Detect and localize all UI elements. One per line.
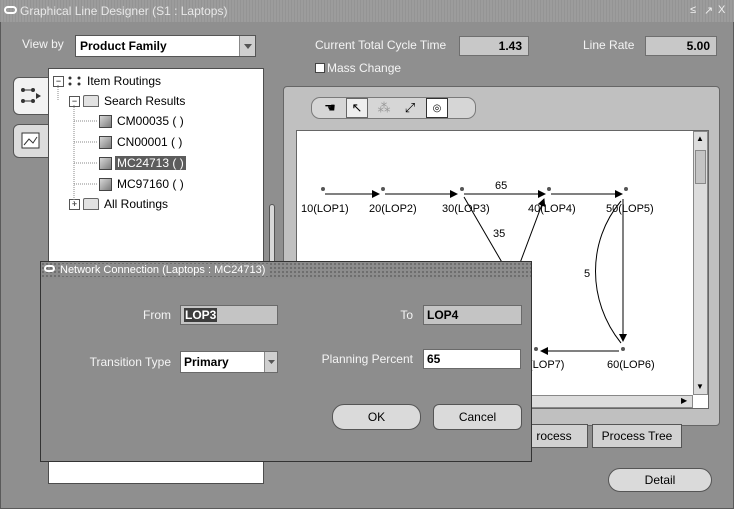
planning-percent-value: 65	[427, 352, 441, 366]
mass-change-checkbox[interactable]	[315, 63, 325, 73]
connect-nodes-icon[interactable]: ⤢	[400, 99, 420, 117]
tab-process-tree[interactable]: Process Tree	[592, 424, 682, 448]
maximize-icon[interactable]: ↗	[704, 4, 713, 17]
chevron-down-icon[interactable]	[239, 36, 255, 56]
minimize-icon[interactable]: ≤	[690, 4, 696, 16]
tree-item-label: MC24713 ( )	[115, 156, 186, 170]
tree-item[interactable]: MC97160 ( )	[99, 175, 186, 193]
ok-button[interactable]: OK	[332, 404, 421, 430]
tree-item-selected[interactable]: MC24713 ( )	[99, 154, 186, 172]
fit-view-icon[interactable]: ◎	[426, 98, 448, 118]
search-results-label: Search Results	[104, 94, 186, 108]
dialog-title: Network Connection (Laptops : MC24713)	[60, 264, 270, 276]
cycle-time-field: 1.43	[459, 36, 529, 56]
network-connection-dialog: Network Connection (Laptops : MC24713) F…	[40, 261, 532, 462]
dialog-title-bar[interactable]: Network Connection (Laptops : MC24713)	[41, 262, 531, 279]
mass-change-label: Mass Change	[327, 61, 402, 75]
view-by-select[interactable]: Product Family	[75, 35, 256, 57]
to-label: To	[400, 308, 413, 322]
node-lop4[interactable]: 40(LOP4)	[528, 203, 576, 215]
edge-label-35: 35	[493, 228, 505, 240]
node-lop1[interactable]: 10(LOP1)	[301, 203, 349, 215]
planning-percent-label: Planning Percent	[321, 352, 413, 366]
image-view-icon	[21, 132, 40, 149]
tree-item[interactable]: CN00001 ( )	[99, 133, 184, 151]
tree-item-label: CN00001 ( )	[117, 135, 183, 149]
canvas-toolbar: ☚ ↖ ⁂ ⤢ ◎	[311, 97, 476, 119]
scroll-up-icon[interactable]: ▲	[696, 134, 704, 143]
view-by-label: View by	[22, 37, 64, 51]
window-menu-icon[interactable]	[4, 6, 17, 14]
scroll-down-icon[interactable]: ▼	[696, 382, 704, 391]
from-field[interactable]: LOP3	[180, 305, 278, 325]
edge-lop5-lop6-alt[interactable]	[595, 200, 622, 344]
tree-guide-lines	[57, 85, 97, 205]
transition-type-value: Primary	[184, 355, 229, 369]
add-node-icon[interactable]: ⁂	[374, 99, 394, 117]
tree-item-label: MC97160 ( )	[117, 177, 184, 191]
select-pointer-icon[interactable]: ↖	[346, 98, 368, 118]
line-rate-field: 5.00	[645, 36, 717, 56]
dialog-menu-icon[interactable]	[44, 265, 55, 272]
tab-graphic-view[interactable]	[13, 124, 49, 158]
view-by-value: Product Family	[80, 39, 167, 53]
node-lop5[interactable]: 50(LOP5)	[606, 203, 654, 215]
tab-routings-view[interactable]	[13, 77, 49, 115]
close-icon[interactable]: X	[718, 4, 725, 16]
node-lop3[interactable]: 30(LOP3)	[442, 203, 490, 215]
tree-item[interactable]: CM00035 ( )	[99, 112, 186, 130]
all-routings-label: All Routings	[104, 197, 169, 211]
pan-hand-icon[interactable]: ☚	[320, 99, 340, 117]
scroll-right-icon[interactable]: ▶	[681, 396, 687, 405]
cycle-time-label: Current Total Cycle Time	[315, 38, 447, 52]
line-rate-label: Line Rate	[583, 38, 635, 52]
node-lop7[interactable]: (LOP7)	[529, 359, 564, 371]
cancel-button[interactable]: Cancel	[433, 404, 522, 430]
transition-type-select[interactable]: Primary	[180, 351, 278, 373]
vertical-scrollbar[interactable]: ▲ ▼	[693, 131, 708, 395]
chevron-down-icon[interactable]	[264, 352, 277, 372]
tree-item-label: CM00035 ( )	[117, 114, 184, 128]
routing-network-icon	[21, 88, 41, 103]
edge-label-5: 5	[584, 268, 590, 280]
panel-splitter[interactable]	[269, 204, 275, 264]
to-value: LOP4	[427, 308, 459, 322]
node-lop2[interactable]: 20(LOP2)	[369, 203, 417, 215]
to-field: LOP4	[423, 305, 522, 325]
title-bar[interactable]: Graphical Line Designer (S1 : Laptops) ≤…	[0, 0, 734, 22]
detail-button[interactable]: Detail	[608, 468, 712, 492]
from-value: LOP3	[184, 308, 218, 322]
from-label: From	[143, 308, 171, 322]
window-title: Graphical Line Designer (S1 : Laptops)	[20, 4, 228, 18]
transition-type-label: Transition Type	[89, 355, 171, 369]
vertical-scroll-thumb[interactable]	[695, 150, 706, 184]
planning-percent-input[interactable]: 65	[423, 349, 521, 369]
edge-label-65: 65	[495, 180, 507, 192]
node-lop6[interactable]: 60(LOP6)	[607, 359, 655, 371]
